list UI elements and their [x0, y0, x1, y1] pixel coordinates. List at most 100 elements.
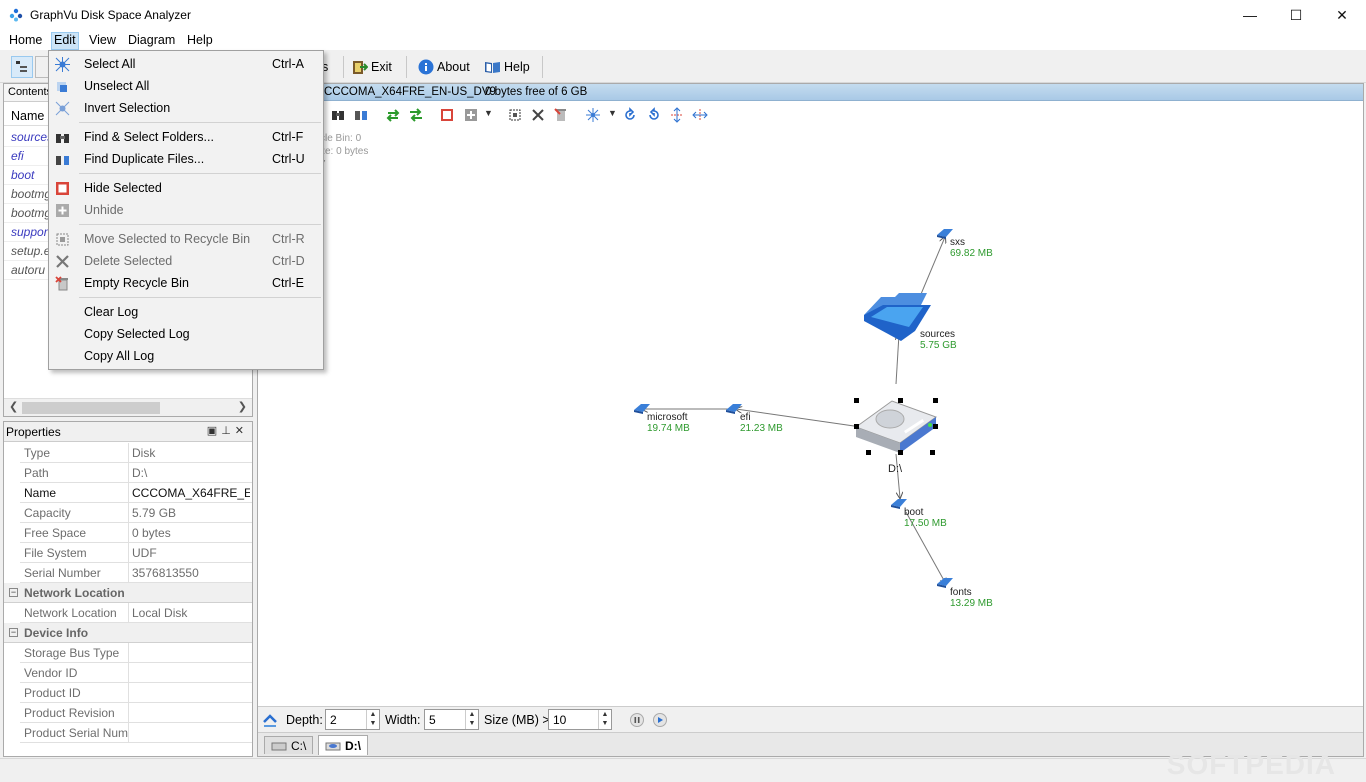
- property-category-network[interactable]: − Network Location: [4, 583, 252, 603]
- depth-value: 2: [330, 713, 337, 727]
- property-row[interactable]: Free Space 0 bytes: [20, 523, 252, 543]
- menu-edit[interactable]: Edit: [51, 32, 79, 50]
- menu-item-shortcut: Ctrl-E: [272, 276, 304, 290]
- selection-handle[interactable]: [898, 450, 903, 455]
- float-panel-icon[interactable]: ▣: [207, 425, 221, 437]
- property-row[interactable]: Name CCCOMA_X64FRE_EN-: [20, 483, 252, 503]
- menu-item-invert-selection[interactable]: Invert Selection: [51, 97, 321, 119]
- property-row[interactable]: File System UDF: [20, 543, 252, 563]
- menu-view[interactable]: View: [87, 33, 118, 50]
- help-button[interactable]: Help: [484, 56, 530, 78]
- size-label: Size (MB) >: [484, 713, 550, 727]
- empty-bin-icon: [55, 276, 68, 291]
- close-panel-icon[interactable]: ✕: [235, 425, 248, 437]
- menu-item-label: Empty Recycle Bin: [84, 276, 189, 290]
- selection-handle[interactable]: [854, 424, 859, 429]
- node-sources-label: sources: [920, 329, 956, 340]
- menu-item-label: Unselect All: [84, 79, 150, 93]
- property-row[interactable]: Product Serial Num: [20, 723, 252, 743]
- exit-icon: [353, 60, 368, 74]
- width-spinner[interactable]: 5 ▲ ▼: [424, 709, 479, 730]
- property-row[interactable]: Type Disk: [20, 443, 252, 463]
- horizontal-scrollbar[interactable]: ❮ ❯: [4, 398, 252, 416]
- diagram-edges: [258, 84, 1363, 704]
- tree-view-button[interactable]: [11, 56, 33, 78]
- exit-button[interactable]: Exit: [351, 56, 392, 78]
- apply-icon[interactable]: [262, 712, 278, 728]
- depth-spinner[interactable]: 2 ▲ ▼: [325, 709, 380, 730]
- column-divider: [128, 503, 129, 523]
- width-value: 5: [429, 713, 436, 727]
- close-button[interactable]: ✕: [1319, 0, 1365, 30]
- property-key: Free Space: [24, 526, 87, 540]
- property-value: 5.79 GB: [132, 506, 177, 520]
- selection-handle[interactable]: [930, 450, 935, 455]
- column-divider: [128, 663, 129, 683]
- panel-buttons[interactable]: ▣⊥✕: [207, 424, 248, 437]
- menu-home[interactable]: Home: [7, 33, 44, 50]
- menu-item-unhide[interactable]: Unhide: [51, 199, 321, 221]
- menu-item-shortcut: Ctrl-F: [272, 130, 304, 144]
- property-row[interactable]: Path D:\: [20, 463, 252, 483]
- size-spinner[interactable]: 10 ▲ ▼: [548, 709, 612, 730]
- category-label: Network Location: [24, 586, 125, 600]
- selection-handle[interactable]: [866, 450, 871, 455]
- node-boot-label: boot: [904, 507, 924, 518]
- property-row[interactable]: Serial Number 3576813550: [20, 563, 252, 583]
- menu-item-delete-selected[interactable]: Delete Selected Ctrl-D: [51, 250, 321, 272]
- node-efi-size: 21.23 MB: [740, 423, 783, 434]
- recycle-icon: [56, 233, 69, 246]
- selection-handle[interactable]: [898, 398, 903, 403]
- tab-drive-d[interactable]: D:\: [318, 735, 368, 755]
- property-row[interactable]: Storage Bus Type: [20, 643, 252, 663]
- menu-item-select-all[interactable]: Select All Ctrl-A: [51, 53, 321, 75]
- property-key: Product Serial Num: [24, 726, 128, 740]
- menu-help[interactable]: Help: [185, 33, 215, 50]
- menu-item-hide-selected[interactable]: Hide Selected: [51, 177, 321, 199]
- property-row[interactable]: Product Revision: [20, 703, 252, 723]
- menu-item-find-select-folders[interactable]: Find & Select Folders... Ctrl-F: [51, 126, 321, 148]
- menu-bar: Home Edit View Diagram Help: [0, 30, 1366, 50]
- menu-item-clear-log[interactable]: Clear Log: [51, 301, 321, 323]
- maximize-button[interactable]: ☐: [1273, 0, 1319, 30]
- diagram-panel: CCCOMA_X64FRE_EN-US_DV9 0 bytes free of …: [257, 83, 1364, 757]
- menu-item-move-to-recycle-bin[interactable]: Move Selected to Recycle Bin Ctrl-R: [51, 228, 321, 250]
- column-divider: [128, 703, 129, 723]
- tree-view-icon: [16, 61, 27, 72]
- menu-item-shortcut: Ctrl-D: [272, 254, 305, 268]
- spinner-arrows[interactable]: ▲ ▼: [598, 710, 611, 729]
- scroll-right-icon[interactable]: ❯: [238, 400, 247, 413]
- selection-handle[interactable]: [933, 398, 938, 403]
- spinner-arrows[interactable]: ▲ ▼: [366, 710, 379, 729]
- property-row[interactable]: Network Location Local Disk: [20, 603, 252, 623]
- property-value: 3576813550: [132, 566, 199, 580]
- pause-icon[interactable]: [630, 713, 644, 727]
- property-row[interactable]: Vendor ID: [20, 663, 252, 683]
- tab-drive-c[interactable]: C:\: [264, 736, 314, 754]
- menu-diagram[interactable]: Diagram: [126, 33, 177, 50]
- property-row[interactable]: Product ID: [20, 683, 252, 703]
- selection-handle[interactable]: [933, 424, 938, 429]
- scroll-left-icon[interactable]: ❮: [9, 400, 18, 413]
- menu-item-find-duplicate-files[interactable]: Find Duplicate Files... Ctrl-U: [51, 148, 321, 170]
- menu-item-copy-selected-log[interactable]: Copy Selected Log: [51, 323, 321, 345]
- selection-handle[interactable]: [854, 398, 859, 403]
- tab-label: D:\: [345, 738, 361, 753]
- menu-item-empty-recycle-bin[interactable]: Empty Recycle Bin Ctrl-E: [51, 272, 321, 294]
- hide-icon: [56, 182, 69, 195]
- collapse-icon[interactable]: −: [9, 588, 18, 597]
- play-icon[interactable]: [653, 713, 667, 727]
- property-key: Serial Number: [24, 566, 101, 580]
- about-button[interactable]: About: [418, 56, 470, 78]
- menu-item-copy-all-log[interactable]: Copy All Log: [51, 345, 321, 367]
- minimize-button[interactable]: —: [1227, 0, 1273, 30]
- edit-menu-dropdown: Select All Ctrl-A Unselect All Invert Sel…: [48, 50, 324, 370]
- scrollbar-thumb[interactable]: [22, 402, 160, 414]
- collapse-icon[interactable]: −: [9, 628, 18, 637]
- disk-drive-icon[interactable]: [852, 397, 942, 455]
- property-category-device[interactable]: − Device Info: [4, 623, 252, 643]
- menu-item-unselect-all[interactable]: Unselect All: [51, 75, 321, 97]
- pin-icon[interactable]: ⊥: [221, 425, 235, 437]
- property-row[interactable]: Capacity 5.79 GB: [20, 503, 252, 523]
- spinner-arrows[interactable]: ▲ ▼: [465, 710, 478, 729]
